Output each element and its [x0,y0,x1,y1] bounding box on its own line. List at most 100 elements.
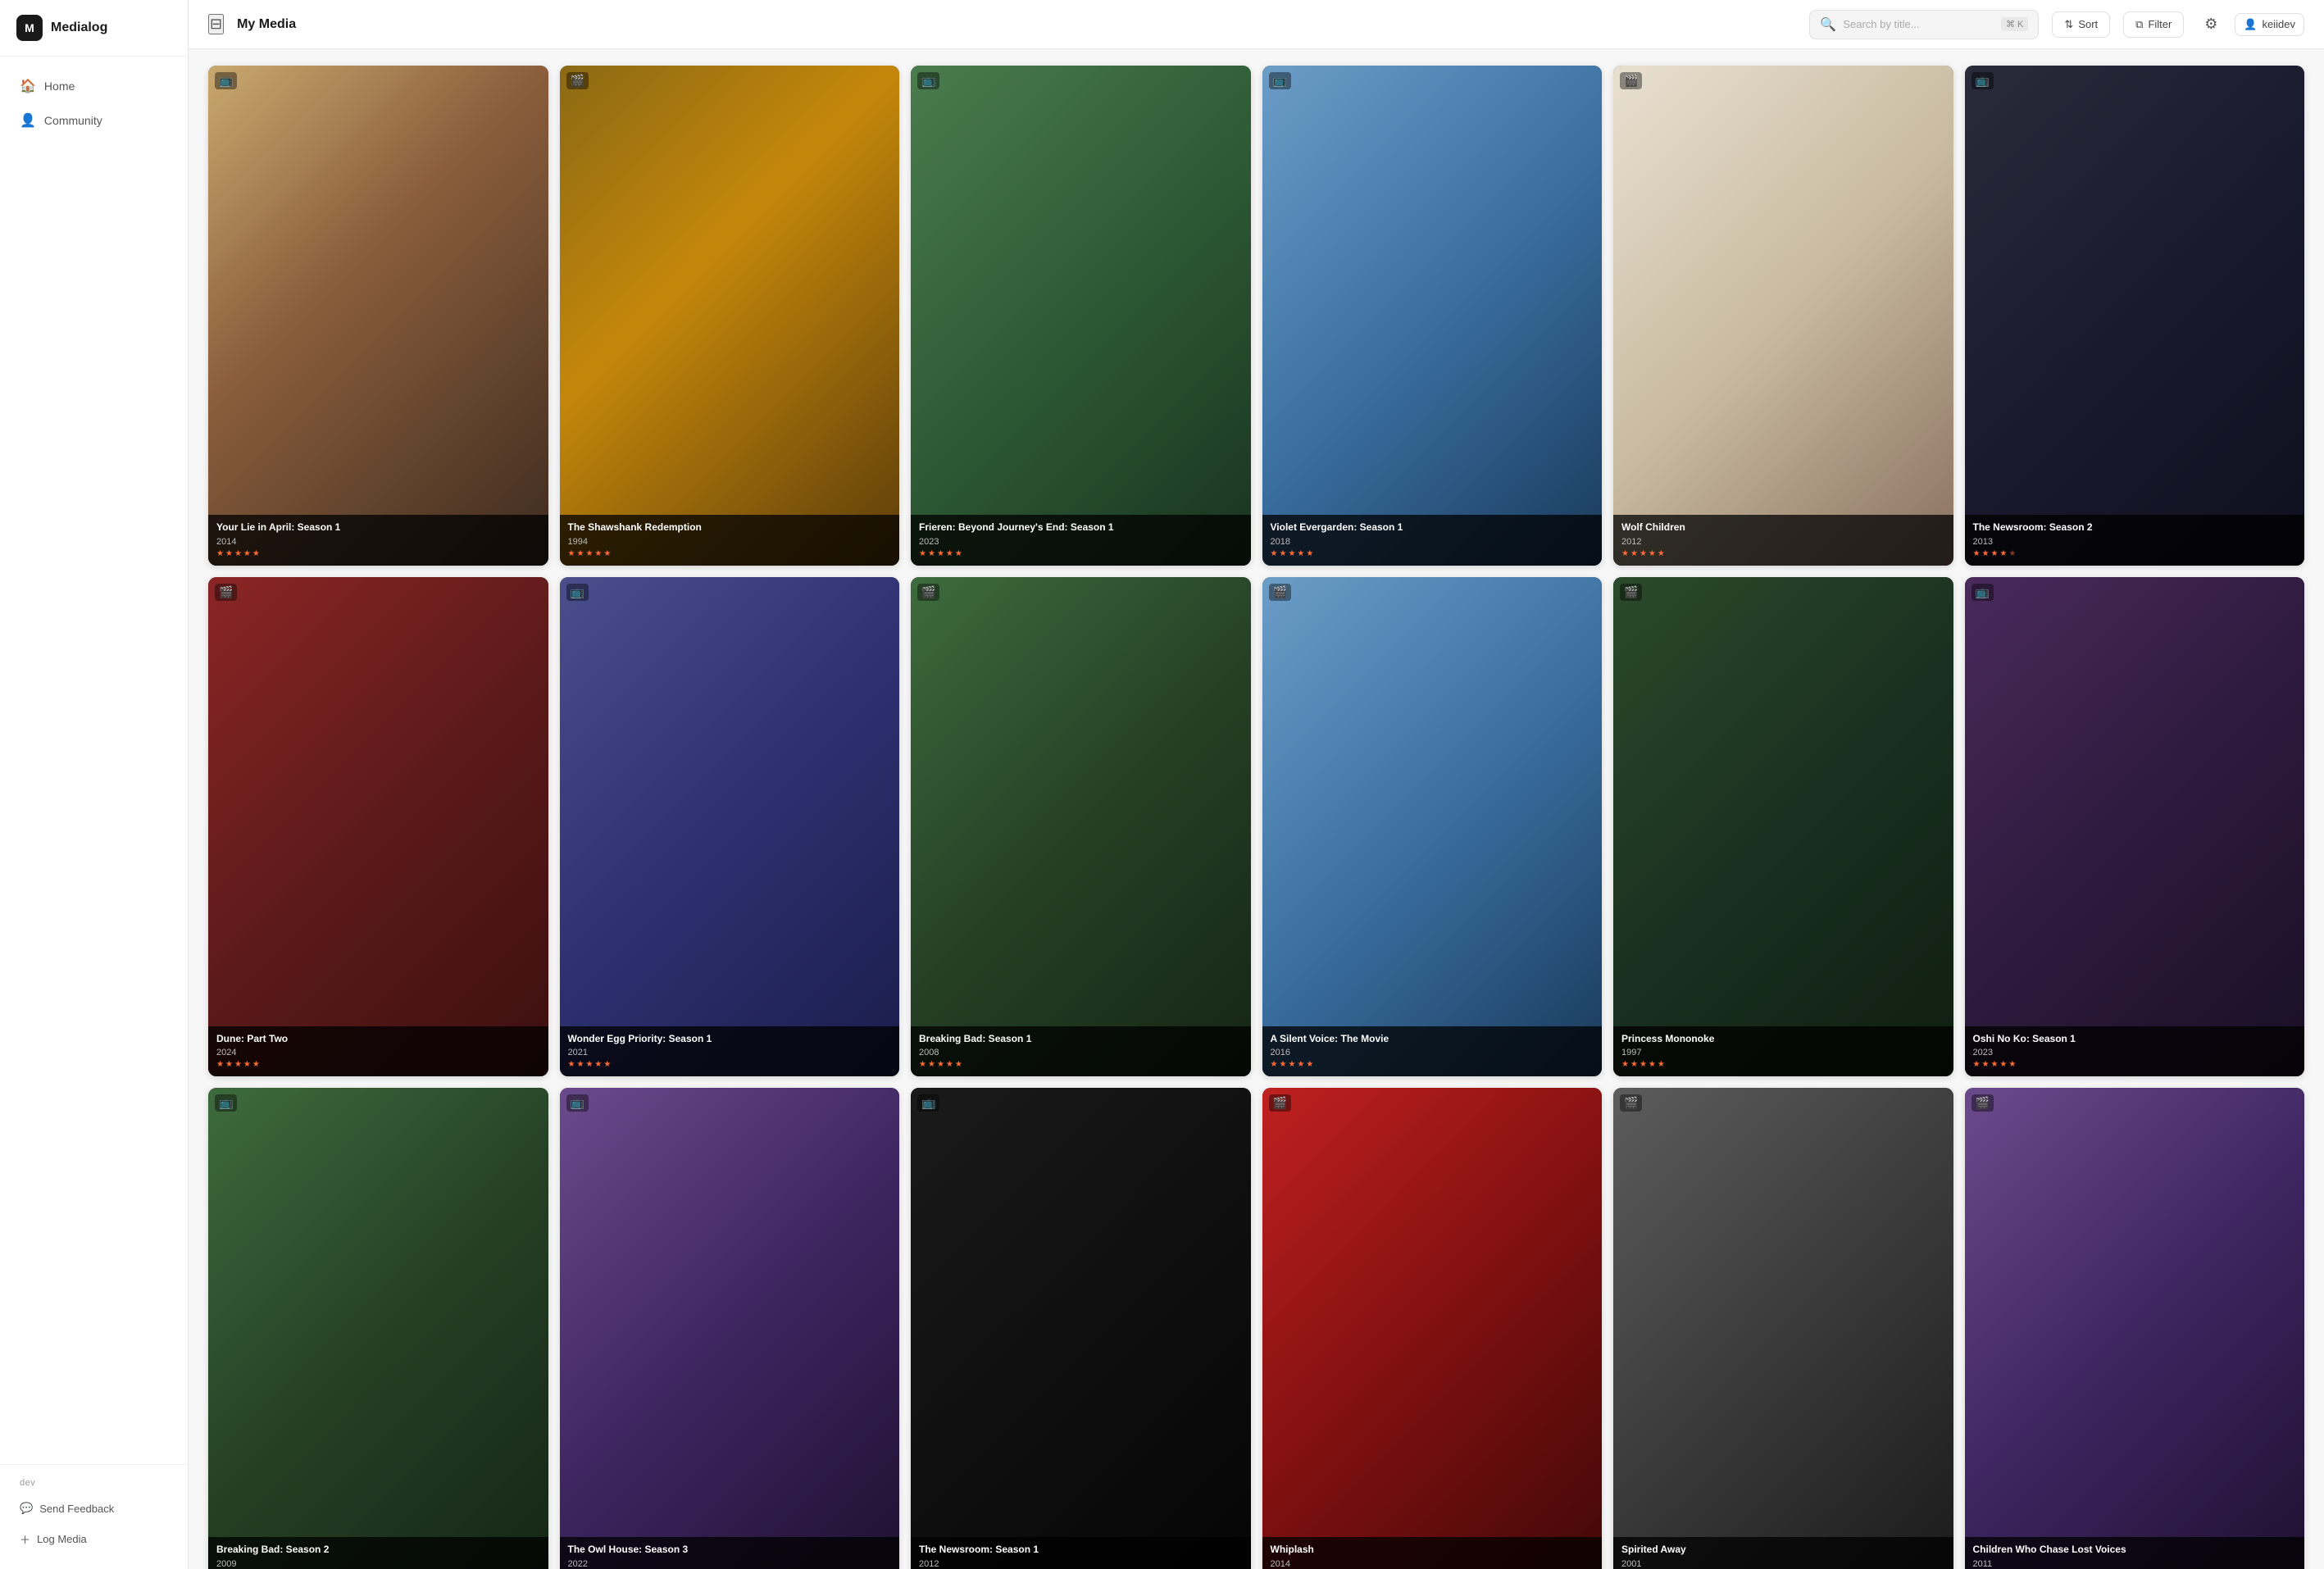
star: ★ [216,549,224,558]
media-card[interactable]: 📺 Wonder Egg Priority: Season 1 2021 ★★★… [560,577,900,1077]
star: ★ [1306,1060,1313,1069]
sidebar-item-home[interactable]: 🏠 Home [10,70,178,102]
card-info: Wonder Egg Priority: Season 1 2021 ★★★★★ [560,1026,900,1077]
user-menu-button[interactable]: 👤 keiidev [2235,13,2304,36]
star: ★ [1999,1060,2007,1069]
search-icon: 🔍 [1820,16,1836,33]
card-poster: 🎬 Spirited Away 2001 ★★★★★ [1613,1088,1953,1569]
card-background [1613,1088,1953,1569]
card-info: Breaking Bad: Season 1 2008 ★★★★★ [911,1026,1251,1077]
card-background [1965,577,2305,1077]
app-logo-icon: M [16,15,43,41]
media-card[interactable]: 🎬 Princess Mononoke 1997 ★★★★★ [1613,577,1953,1077]
media-card[interactable]: 📺 Violet Evergarden: Season 1 2018 ★★★★★ [1262,66,1603,566]
star: ★ [225,549,233,558]
card-poster: 📺 Your Lie in April: Season 1 2014 ★★★★★ [208,66,548,566]
card-type-badge: 🎬 [1620,1094,1642,1112]
card-info: The Owl House: Season 3 2022 ★★★★★ [560,1537,900,1569]
card-year: 2014 [1271,1559,1594,1569]
media-card[interactable]: 📺 The Owl House: Season 3 2022 ★★★★★ [560,1088,900,1569]
card-type-badge: 📺 [566,584,589,601]
star: ★ [937,1060,944,1069]
media-card[interactable]: 📺 Frieren: Beyond Journey's End: Season … [911,66,1251,566]
media-card[interactable]: 🎬 The Shawshank Redemption 1994 ★★★★★ [560,66,900,566]
sidebar-item-community[interactable]: 👤 Community [10,104,178,137]
media-card[interactable]: 🎬 Wolf Children 2012 ★★★★★ [1613,66,1953,566]
card-info: Dune: Part Two 2024 ★★★★★ [208,1026,548,1077]
send-feedback-button[interactable]: 💬 Send Feedback [10,1494,178,1522]
settings-button[interactable]: ⚙ [2197,11,2225,39]
card-poster: 🎬 Dune: Part Two 2024 ★★★★★ [208,577,548,1077]
card-stars: ★★★★★ [919,1060,1243,1069]
star: ★ [568,549,575,558]
card-title: Frieren: Beyond Journey's End: Season 1 [919,521,1243,534]
card-stars: ★★★★★ [919,549,1243,558]
card-year: 2014 [216,537,540,547]
filter-button[interactable]: ⧉ Filter [2123,11,2184,38]
card-type-badge: 🎬 [1269,584,1291,601]
card-year: 2018 [1271,537,1594,547]
card-stars: ★★★★★ [1973,549,2297,558]
star: ★ [1990,1060,1998,1069]
star: ★ [585,1060,593,1069]
username: keiidev [2263,18,2295,30]
card-year: 2023 [919,537,1243,547]
star: ★ [568,1060,575,1069]
card-background [911,66,1251,566]
card-poster: 🎬 Breaking Bad: Season 1 2008 ★★★★★ [911,577,1251,1077]
media-card[interactable]: 🎬 A Silent Voice: The Movie 2016 ★★★★★ [1262,577,1603,1077]
main-content: ⊟ My Media 🔍 ⌘ K ⇅ Sort ⧉ Filter ⚙ 👤 kei… [189,0,2324,1569]
sidebar-item-community-label: Community [44,114,102,127]
media-card[interactable]: 📺 The Newsroom: Season 2 2013 ★★★★★ [1965,66,2305,566]
card-year: 2016 [1271,1048,1594,1057]
media-card[interactable]: 🎬 Whiplash 2014 ★★★★★ [1262,1088,1603,1569]
menu-toggle-button[interactable]: ⊟ [208,14,224,34]
card-info: Wolf Children 2012 ★★★★★ [1613,515,1953,566]
card-info: A Silent Voice: The Movie 2016 ★★★★★ [1262,1026,1603,1077]
page-title: My Media [237,17,1796,32]
media-card[interactable]: 🎬 Spirited Away 2001 ★★★★★ [1613,1088,1953,1569]
media-card[interactable]: 📺 Your Lie in April: Season 1 2014 ★★★★★ [208,66,548,566]
star: ★ [955,1060,962,1069]
star: ★ [225,1060,233,1069]
media-card[interactable]: 📺 Breaking Bad: Season 2 2009 ★★★★★ [208,1088,548,1569]
card-stars: ★★★★★ [1621,549,1945,558]
card-type-badge: 🎬 [566,72,589,89]
card-info: Your Lie in April: Season 1 2014 ★★★★★ [208,515,548,566]
media-card[interactable]: 🎬 Dune: Part Two 2024 ★★★★★ [208,577,548,1077]
media-card[interactable]: 📺 The Newsroom: Season 1 2012 ★★★★★ [911,1088,1251,1569]
card-year: 2001 [1621,1559,1945,1569]
sort-button[interactable]: ⇅ Sort [2052,11,2110,38]
card-info: Children Who Chase Lost Voices 2011 ★★★★… [1965,1537,2305,1569]
card-background [208,66,548,566]
card-title: Whiplash [1271,1544,1594,1557]
card-year: 2022 [568,1559,892,1569]
card-title: Spirited Away [1621,1544,1945,1557]
star: ★ [1621,1060,1629,1069]
star: ★ [1981,1060,1989,1069]
card-title: Your Lie in April: Season 1 [216,521,540,534]
star: ★ [919,549,926,558]
header: ⊟ My Media 🔍 ⌘ K ⇅ Sort ⧉ Filter ⚙ 👤 kei… [189,0,2324,49]
media-card[interactable]: 🎬 Breaking Bad: Season 1 2008 ★★★★★ [911,577,1251,1077]
card-title: Breaking Bad: Season 2 [216,1544,540,1557]
card-type-badge: 🎬 [917,584,939,601]
card-poster: 🎬 Princess Mononoke 1997 ★★★★★ [1613,577,1953,1077]
card-poster: 📺 Frieren: Beyond Journey's End: Season … [911,66,1251,566]
media-card[interactable]: 📺 Oshi No Ko: Season 1 2023 ★★★★★ [1965,577,2305,1077]
search-input[interactable] [1843,18,1994,30]
star: ★ [585,549,593,558]
star: ★ [1630,549,1638,558]
card-poster: 📺 The Newsroom: Season 1 2012 ★★★★★ [911,1088,1251,1569]
log-media-button[interactable]: ＋ Log Media [10,1524,178,1554]
card-info: Whiplash 2014 ★★★★★ [1262,1537,1603,1569]
sort-icon: ⇅ [2064,18,2073,31]
star: ★ [946,1060,953,1069]
card-poster: 📺 Oshi No Ko: Season 1 2023 ★★★★★ [1965,577,2305,1077]
card-background [560,1088,900,1569]
star: ★ [928,1060,935,1069]
media-card[interactable]: 🎬 Children Who Chase Lost Voices 2011 ★★… [1965,1088,2305,1569]
log-label: Log Media [37,1533,87,1545]
star: ★ [1990,549,1998,558]
card-type-badge: 📺 [1269,72,1291,89]
